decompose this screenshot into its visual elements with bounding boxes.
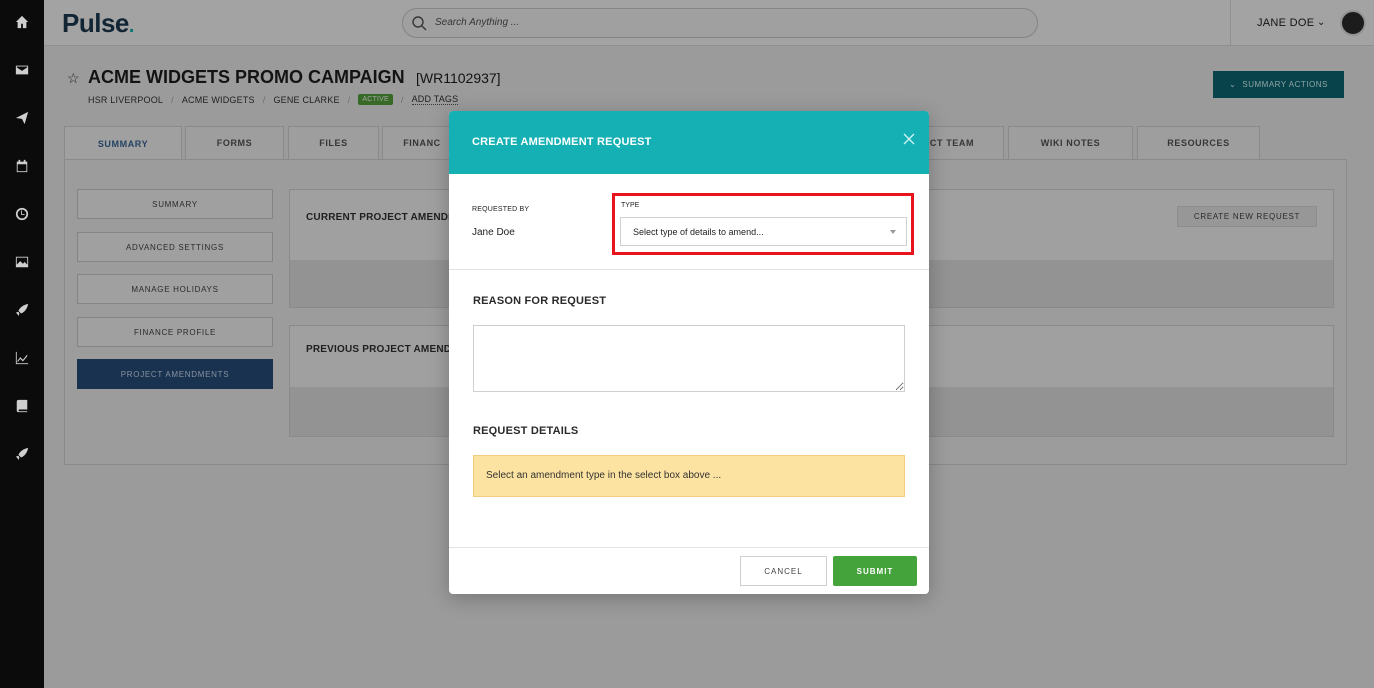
- send-icon[interactable]: [13, 109, 31, 127]
- submit-button[interactable]: SUBMIT: [833, 556, 917, 586]
- clock-icon[interactable]: [13, 205, 31, 223]
- mail-icon[interactable]: [13, 61, 31, 79]
- reason-heading: REASON FOR REQUEST: [473, 295, 607, 307]
- type-label: TYPE: [621, 202, 640, 209]
- chart-icon[interactable]: [13, 349, 31, 367]
- type-select[interactable]: Select type of details to amend...: [620, 217, 907, 246]
- type-select-placeholder: Select type of details to amend...: [633, 227, 764, 237]
- rocket-icon[interactable]: [13, 301, 31, 319]
- reason-textarea[interactable]: [473, 325, 905, 392]
- type-field-highlight: TYPE Select type of details to amend...: [612, 193, 914, 255]
- request-details-notice: Select an amendment type in the select b…: [473, 455, 905, 497]
- request-details-heading: REQUEST DETAILS: [473, 425, 579, 437]
- close-icon[interactable]: [901, 131, 917, 147]
- create-amendment-modal: CREATE AMENDMENT REQUEST REQUESTED BY Ja…: [449, 111, 929, 594]
- divider: [449, 269, 929, 270]
- requested-by-label: REQUESTED BY: [472, 206, 530, 213]
- requested-by-value: Jane Doe: [472, 227, 515, 238]
- caret-down-icon: [890, 230, 896, 234]
- modal-title: CREATE AMENDMENT REQUEST: [472, 136, 652, 148]
- calendar-icon[interactable]: [13, 157, 31, 175]
- left-rail: [0, 0, 44, 688]
- home-icon[interactable]: [13, 13, 31, 31]
- modal-header: CREATE AMENDMENT REQUEST: [449, 111, 929, 174]
- rocket-icon[interactable]: [13, 445, 31, 463]
- image-icon[interactable]: [13, 253, 31, 271]
- cancel-button[interactable]: CANCEL: [740, 556, 827, 586]
- book-icon[interactable]: [13, 397, 31, 415]
- divider: [449, 547, 929, 548]
